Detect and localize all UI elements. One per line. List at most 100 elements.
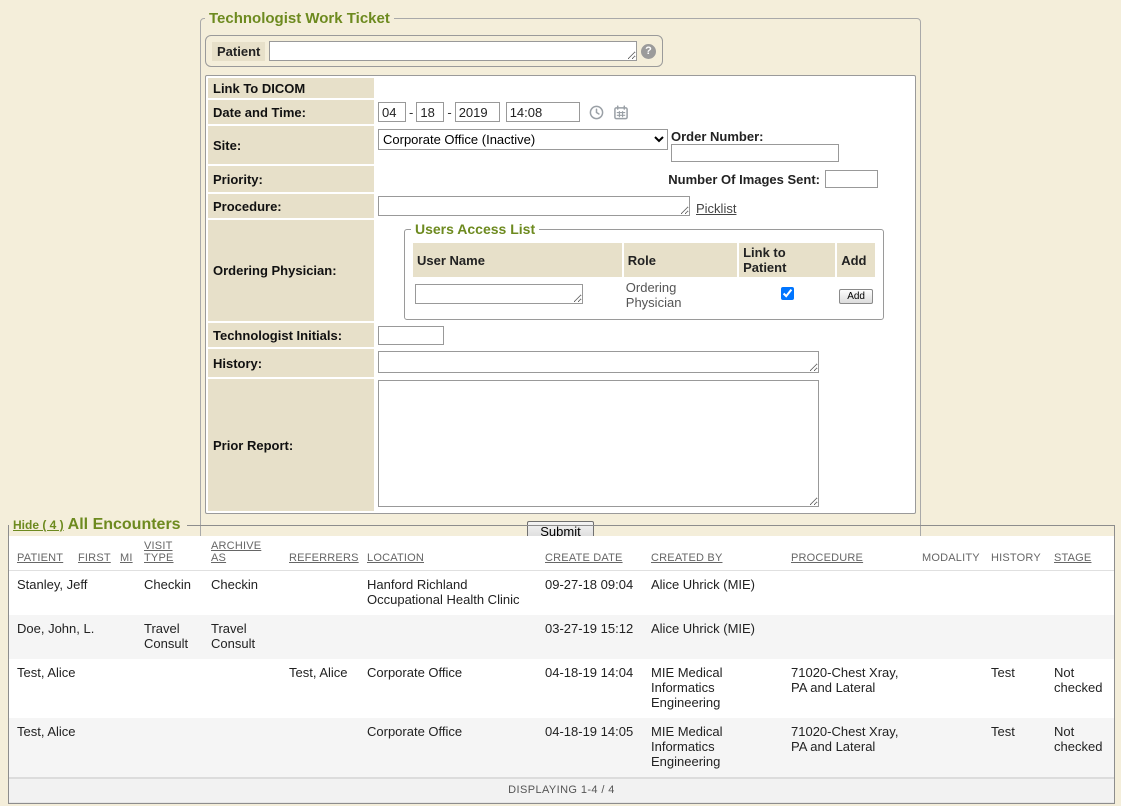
cell-patient: Stanley, Jeff — [9, 571, 136, 616]
column-header-first[interactable]: FIRST — [70, 536, 112, 571]
hide-link[interactable]: Hide ( 4 ) — [13, 518, 64, 532]
cell-patient: Doe, John, L. — [9, 615, 136, 659]
cell-create-date: 09-27-18 09:04 — [537, 571, 643, 616]
column-header-add: Add — [837, 243, 875, 277]
date-month-input[interactable] — [378, 102, 406, 122]
encounter-row[interactable]: Test, Alice Corporate Office 04-18-19 14… — [9, 718, 1114, 777]
clock-icon[interactable] — [589, 105, 604, 120]
site-select[interactable]: Corporate Office (Inactive) — [378, 129, 668, 150]
cell-history: Test — [983, 659, 1046, 718]
column-header-location[interactable]: LOCATION — [359, 536, 537, 571]
date-day-input[interactable] — [416, 102, 444, 122]
encounters-table: PATIENT FIRST MI VISIT TYPE ARCHIVE AS R… — [9, 536, 1114, 777]
cell-archive-as — [203, 718, 281, 777]
cell-create-date: 03-27-19 15:12 — [537, 615, 643, 659]
picklist-link[interactable]: Picklist — [696, 201, 736, 216]
cell-stage — [1046, 571, 1114, 616]
procedure-input[interactable] — [378, 196, 690, 216]
column-header-archive-as[interactable]: ARCHIVE AS — [203, 536, 281, 571]
column-header-stage[interactable]: STAGE — [1046, 536, 1114, 571]
cell-stage: Not checked — [1046, 718, 1114, 777]
cell-created-by: MIE Medical Informatics Engineering — [643, 659, 783, 718]
cell-procedure — [783, 571, 914, 616]
help-icon[interactable]: ? — [641, 44, 656, 59]
cell-visit-type: Checkin — [136, 571, 203, 616]
cell-procedure: 71020-Chest Xray, PA and Lateral — [783, 718, 914, 777]
column-header-create-date[interactable]: CREATE DATE — [537, 536, 643, 571]
cell-history: Test — [983, 718, 1046, 777]
role-value: Ordering Physician — [626, 280, 682, 310]
cell-referrers — [281, 571, 359, 616]
column-header-user-name: User Name — [413, 243, 622, 277]
link-to-patient-checkbox[interactable] — [781, 287, 794, 300]
cell-modality — [914, 615, 983, 659]
cell-history — [983, 571, 1046, 616]
link-to-dicom-value — [376, 78, 913, 98]
date-time-inputs: - - — [378, 102, 911, 122]
ordering-physician-label: Ordering Physician: — [208, 220, 374, 321]
date-year-input[interactable] — [455, 102, 500, 122]
patient-row: Patient ? — [205, 35, 663, 67]
cell-referrers — [281, 615, 359, 659]
column-header-role: Role — [624, 243, 737, 277]
cell-location: Corporate Office — [359, 659, 537, 718]
encounter-row[interactable]: Stanley, Jeff Checkin Checkin Hanford Ri… — [9, 571, 1114, 616]
user-name-input[interactable] — [415, 284, 583, 304]
images-sent-input[interactable] — [825, 170, 878, 188]
column-header-patient[interactable]: PATIENT — [9, 536, 70, 571]
encounter-row[interactable]: Doe, John, L. Travel Consult Travel Cons… — [9, 615, 1114, 659]
cell-patient: Test, Alice — [9, 718, 136, 777]
column-header-created-by[interactable]: CREATED BY — [643, 536, 783, 571]
cell-created-by: MIE Medical Informatics Engineering — [643, 718, 783, 777]
cell-archive-as — [203, 659, 281, 718]
cell-referrers — [281, 718, 359, 777]
cell-location: Corporate Office — [359, 718, 537, 777]
users-access-list: Users Access List User Name Role Link to… — [404, 221, 884, 320]
procedure-label: Procedure: — [208, 194, 374, 218]
order-number-group: Order Number: — [671, 129, 839, 162]
page: Technologist Work Ticket Patient ? Link … — [0, 0, 1121, 806]
cell-visit-type: Travel Consult — [136, 615, 203, 659]
patient-label: Patient — [212, 42, 265, 61]
date-time-label: Date and Time: — [208, 100, 374, 124]
cell-referrers: Test, Alice — [281, 659, 359, 718]
column-header-referrers[interactable]: REFERRERS — [281, 536, 359, 571]
history-label: History: — [208, 349, 374, 377]
pagination-status: DISPLAYING 1-4 / 4 — [9, 777, 1114, 803]
date-separator: - — [409, 105, 413, 120]
patient-input[interactable] — [269, 41, 637, 61]
prior-report-label: Prior Report: — [208, 379, 374, 511]
order-number-input[interactable] — [671, 144, 839, 162]
column-header-mi[interactable]: MI — [112, 536, 136, 571]
add-user-button[interactable]: Add — [839, 289, 873, 304]
column-header-modality: MODALITY — [914, 536, 983, 571]
tech-initials-label: Technologist Initials: — [208, 323, 374, 347]
cell-procedure: 71020-Chest Xray, PA and Lateral — [783, 659, 914, 718]
cell-procedure — [783, 615, 914, 659]
cell-location — [359, 615, 537, 659]
calendar-icon[interactable] — [613, 105, 629, 120]
tech-initials-input[interactable] — [378, 326, 444, 345]
users-access-list-title: Users Access List — [411, 221, 539, 237]
cell-patient: Test, Alice — [9, 659, 136, 718]
link-to-dicom-header: Link To DICOM — [208, 78, 374, 98]
images-sent-group: Number Of Images Sent: — [378, 167, 911, 191]
encounter-row[interactable]: Test, Alice Test, Alice Corporate Office… — [9, 659, 1114, 718]
order-number-label: Order Number: — [671, 129, 839, 144]
encounters-legend: Hide ( 4 ) All Encounters — [9, 516, 187, 534]
time-input[interactable] — [506, 102, 580, 122]
history-input[interactable] — [378, 351, 819, 373]
encounters-header-row: PATIENT FIRST MI VISIT TYPE ARCHIVE AS R… — [9, 536, 1114, 571]
column-header-visit-type[interactable]: VISIT TYPE — [136, 536, 203, 571]
cell-create-date: 04-18-19 14:05 — [537, 718, 643, 777]
cell-location: Hanford Richland Occupational Health Cli… — [359, 571, 537, 616]
cell-modality — [914, 718, 983, 777]
prior-report-input[interactable] — [378, 380, 819, 507]
images-sent-label: Number Of Images Sent: — [668, 172, 820, 187]
date-separator: - — [447, 105, 451, 120]
cell-visit-type — [136, 659, 203, 718]
cell-created-by: Alice Uhrick (MIE) — [643, 571, 783, 616]
site-label: Site: — [208, 126, 374, 164]
encounters-title: All Encounters — [68, 516, 181, 533]
column-header-procedure[interactable]: PROCEDURE — [783, 536, 914, 571]
